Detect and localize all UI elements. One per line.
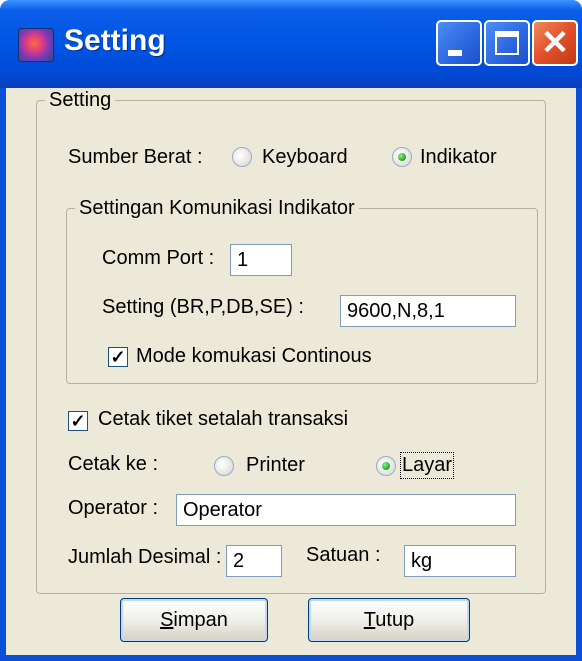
satuan-input[interactable]: kg — [404, 545, 516, 577]
tutup-button[interactable]: Tutup — [308, 598, 470, 642]
cetak-tiket-label[interactable]: Cetak tiket setalah transaksi — [98, 408, 348, 431]
cetak-ke-label: Cetak ke : — [68, 453, 159, 475]
maximize-button[interactable] — [484, 20, 530, 66]
setting-br-input[interactable]: 9600,N,8,1 — [340, 295, 516, 327]
tutup-mnemonic: T — [363, 609, 376, 631]
close-icon: ✕ — [540, 24, 570, 62]
operator-label: Operator : — [68, 497, 159, 519]
comm-group-label: Settingan Komunikasi Indikator — [75, 197, 359, 220]
operator-input[interactable]: Operator — [176, 494, 516, 526]
keyboard-radio-label[interactable]: Keyboard — [262, 146, 348, 169]
printer-radio[interactable] — [214, 456, 234, 476]
cetak-tiket-checkbox[interactable]: ✓ — [68, 411, 88, 431]
setting-group-label: Setting — [45, 89, 116, 112]
comm-port-label: Comm Port : — [102, 247, 215, 269]
jumlah-desimal-label: Jumlah Desimal : — [68, 546, 222, 568]
maximize-icon — [495, 31, 519, 55]
indikator-radio-label[interactable]: Indikator — [420, 146, 497, 169]
jumlah-desimal-input[interactable]: 2 — [226, 545, 282, 577]
app-icon — [18, 28, 54, 62]
title-bar[interactable]: Setting ✕ — [0, 0, 582, 88]
layar-radio-label[interactable]: Layar — [399, 452, 455, 479]
minimize-icon — [448, 50, 462, 56]
sumber-berat-label: Sumber Berat : — [68, 146, 203, 168]
continuous-mode-checkbox[interactable]: ✓ — [108, 347, 128, 367]
simpan-button[interactable]: Simpan — [120, 598, 268, 642]
keyboard-radio[interactable] — [232, 147, 252, 167]
comm-port-input[interactable]: 1 — [230, 244, 292, 276]
layar-radio[interactable] — [376, 456, 396, 476]
simpan-button-label: impan — [173, 609, 228, 631]
setting-window: Setting ✕ Setting Sumber Berat : Keyboar… — [0, 0, 582, 661]
minimize-button[interactable] — [436, 20, 482, 66]
simpan-mnemonic: S — [160, 609, 174, 631]
window-title: Setting — [64, 24, 166, 57]
dialog-client-area: Setting Sumber Berat : Keyboard Indikato… — [6, 88, 576, 655]
tutup-button-label: utup — [375, 609, 415, 631]
setting-br-label: Setting (BR,P,DB,SE) : — [102, 296, 304, 318]
continuous-mode-label[interactable]: Mode komukasi Continous — [136, 345, 372, 368]
printer-radio-label[interactable]: Printer — [246, 454, 305, 477]
indikator-radio[interactable] — [392, 147, 412, 167]
close-button[interactable]: ✕ — [532, 20, 578, 66]
satuan-label: Satuan : — [306, 544, 381, 566]
